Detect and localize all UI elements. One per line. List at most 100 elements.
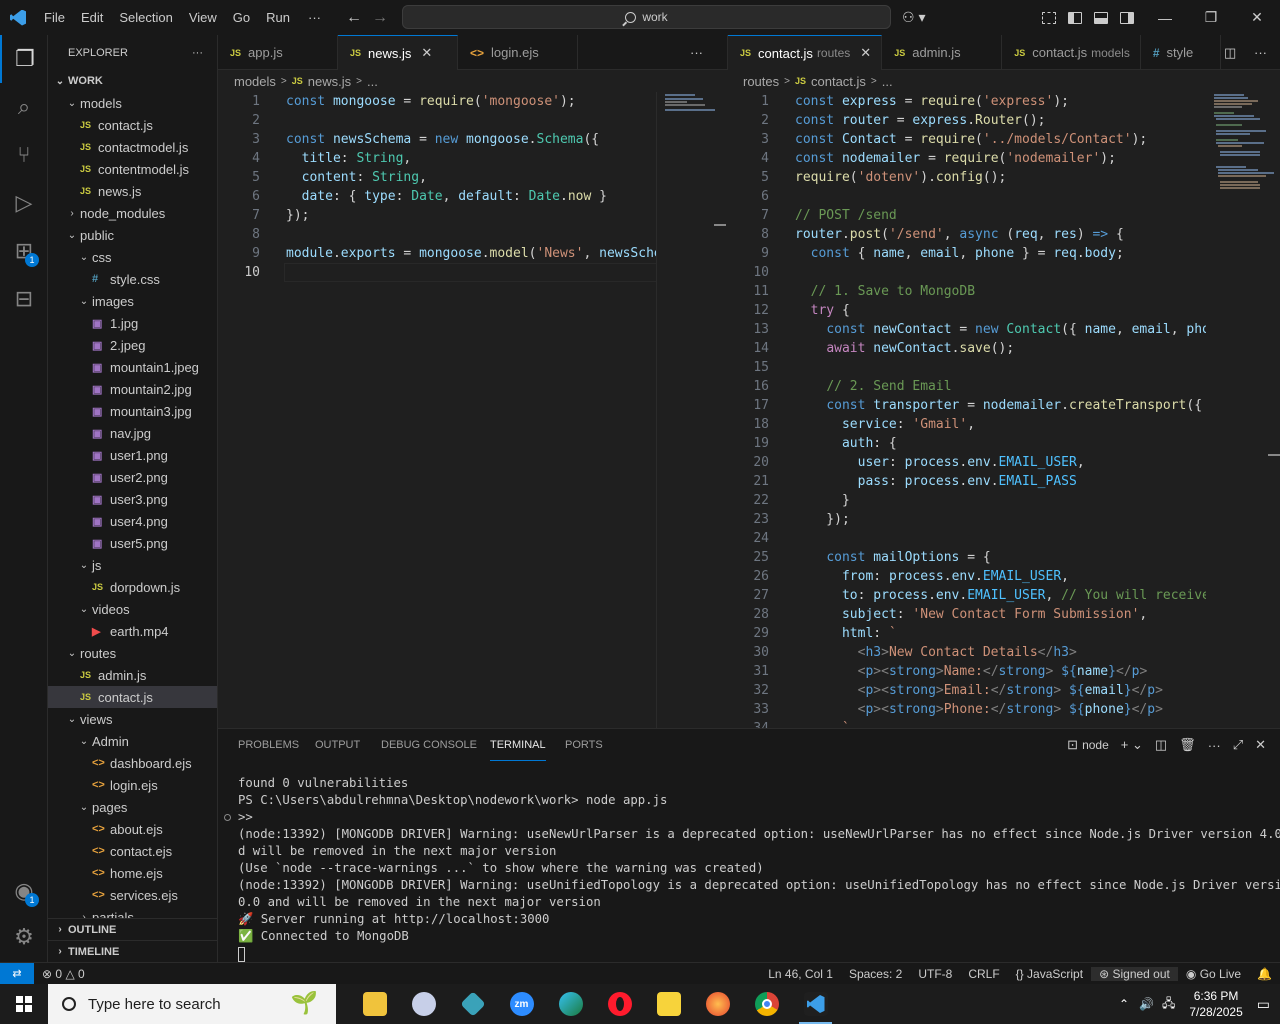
- extensions-icon[interactable]: ⊞ 1: [0, 227, 48, 275]
- file-item[interactable]: <> services.ejs: [48, 884, 217, 906]
- encoding[interactable]: UTF-8: [910, 967, 960, 981]
- edge-app[interactable]: [546, 984, 595, 1024]
- folder-item[interactable]: ⌄ models: [48, 92, 217, 114]
- timeline-section[interactable]: › TIMELINE: [48, 940, 217, 962]
- split-editor-icon[interactable]: ◫: [1224, 35, 1236, 70]
- panel-tab-output[interactable]: OUTPUT: [315, 739, 360, 761]
- opera-app[interactable]: [595, 984, 644, 1024]
- chrome-app[interactable]: [742, 984, 791, 1024]
- split-terminal-icon[interactable]: ◫: [1155, 737, 1167, 753]
- terminal-name[interactable]: node: [1082, 738, 1109, 752]
- vscode-app[interactable]: [791, 984, 840, 1024]
- line-endings[interactable]: CRLF: [960, 967, 1007, 981]
- toggle-primary-sidebar-icon[interactable]: [1068, 11, 1082, 24]
- copilot-icon[interactable]: ⚇ ▾: [902, 9, 925, 26]
- go-live-button[interactable]: ◉ Go Live: [1178, 967, 1249, 981]
- breadcrumb-item[interactable]: ...: [882, 74, 893, 89]
- folder-item[interactable]: ⌄ videos: [48, 598, 217, 620]
- file-item[interactable]: ▶ earth.mp4: [48, 620, 217, 642]
- breadcrumb-item[interactable]: models: [234, 74, 276, 89]
- paint-app[interactable]: [399, 984, 448, 1024]
- start-button[interactable]: [0, 984, 48, 1024]
- panel-tab-debug-console[interactable]: DEBUG CONSOLE: [381, 739, 477, 761]
- accounts-icon[interactable]: ◉ 1: [0, 867, 48, 915]
- tray-chevron-icon[interactable]: ⌃: [1119, 997, 1129, 1011]
- panel-tab-ports[interactable]: PORTS: [565, 739, 603, 761]
- notifications-bell-icon[interactable]: 🔔: [1249, 967, 1280, 981]
- folder-item[interactable]: ⌄ images: [48, 290, 217, 312]
- file-item[interactable]: ▣ user2.png: [48, 466, 217, 488]
- toggle-panel-icon[interactable]: [1094, 11, 1108, 24]
- left-minimap[interactable]: [656, 92, 727, 728]
- remote-indicator-icon[interactable]: ⇄: [0, 962, 34, 985]
- close-tab-icon[interactable]: ✕: [421, 45, 432, 61]
- editor-tab[interactable]: JS news.js ✕: [338, 35, 458, 70]
- close-tab-icon[interactable]: ✕: [860, 45, 871, 61]
- clock[interactable]: 6:36 PM 7/28/2025: [1179, 988, 1252, 1020]
- toggle-secondary-sidebar-icon[interactable]: [1120, 11, 1134, 24]
- network-icon[interactable]: 🖧: [1162, 994, 1175, 1015]
- menu-go[interactable]: Go: [225, 0, 258, 35]
- folder-item[interactable]: ⌄ public: [48, 224, 217, 246]
- zoom-app[interactable]: zm: [497, 984, 546, 1024]
- explorer-icon[interactable]: ❐: [0, 35, 48, 83]
- file-item[interactable]: JS contact.js: [48, 114, 217, 136]
- folder-item[interactable]: ⌄ routes: [48, 642, 217, 664]
- taskbar-search[interactable]: Type here to search 🌱: [48, 984, 336, 1024]
- right-code-editor[interactable]: 1 const express = require('express'); 2 con…: [728, 92, 1206, 728]
- menu-run[interactable]: Run: [258, 0, 298, 35]
- maximize-panel-icon[interactable]: ⤢: [1233, 737, 1243, 753]
- left-editor-more-icon[interactable]: ···: [690, 35, 703, 70]
- notifications-icon[interactable]: ▭: [1257, 996, 1270, 1013]
- command-center-search[interactable]: work: [402, 5, 891, 29]
- file-item[interactable]: ▣ mountain3.jpg: [48, 400, 217, 422]
- file-item[interactable]: JS contact.js: [48, 686, 217, 708]
- left-code-editor[interactable]: 1 const mongoose = require('mongoose'); 2 3…: [218, 92, 656, 728]
- outline-section[interactable]: › OUTLINE: [48, 918, 217, 940]
- breadcrumb-item[interactable]: ...: [367, 74, 378, 89]
- folder-item[interactable]: ⌄ js: [48, 554, 217, 576]
- panel-tab-problems[interactable]: PROBLEMS: [238, 739, 299, 761]
- minimize-button[interactable]: —: [1142, 0, 1188, 35]
- file-item[interactable]: ▣ user4.png: [48, 510, 217, 532]
- more-actions-icon[interactable]: ···: [192, 47, 203, 59]
- kill-terminal-icon[interactable]: 🗑: [1179, 737, 1196, 753]
- search-icon[interactable]: ⌕: [0, 83, 48, 131]
- file-item[interactable]: ▣ mountain1.jpeg: [48, 356, 217, 378]
- file-item[interactable]: ▣ user5.png: [48, 532, 217, 554]
- folder-item[interactable]: ⌄ css: [48, 246, 217, 268]
- right-minimap[interactable]: [1206, 92, 1280, 728]
- source-control-icon[interactable]: ⑂: [0, 131, 48, 179]
- file-item[interactable]: ▣ 2.jpeg: [48, 334, 217, 356]
- workspace-root[interactable]: ⌄ WORK: [48, 70, 217, 92]
- menu-more[interactable]: ···: [298, 0, 331, 35]
- menu-selection[interactable]: Selection: [111, 0, 180, 35]
- forward-arrow-icon[interactable]: →: [367, 9, 393, 27]
- account-status[interactable]: ⊛ Signed out: [1091, 966, 1178, 981]
- folder-item[interactable]: ⌄ Admin: [48, 730, 217, 752]
- run-debug-icon[interactable]: ▷: [0, 179, 48, 227]
- breadcrumb-item[interactable]: contact.js: [811, 74, 866, 89]
- more-actions-icon[interactable]: ···: [1208, 738, 1221, 753]
- breadcrumb-item[interactable]: news.js: [308, 74, 351, 89]
- editor-tab[interactable]: JS app.js: [218, 35, 338, 70]
- remote-explorer-icon[interactable]: ⊟: [0, 275, 48, 323]
- file-item[interactable]: <> dashboard.ejs: [48, 752, 217, 774]
- breadcrumb-item[interactable]: routes: [743, 74, 779, 89]
- cursor-position[interactable]: Ln 46, Col 1: [760, 967, 841, 981]
- folder-item[interactable]: › node_modules: [48, 202, 217, 224]
- file-item[interactable]: <> about.ejs: [48, 818, 217, 840]
- dev-app[interactable]: [448, 984, 497, 1024]
- file-item[interactable]: JS news.js: [48, 180, 217, 202]
- restore-button[interactable]: ❐: [1188, 0, 1234, 35]
- file-item[interactable]: <> login.ejs: [48, 774, 217, 796]
- settings-gear-icon[interactable]: ⚙: [0, 913, 48, 961]
- file-item[interactable]: <> home.ejs: [48, 862, 217, 884]
- volume-icon[interactable]: 🔊: [1139, 997, 1154, 1011]
- back-arrow-icon[interactable]: ←: [341, 9, 367, 27]
- file-item[interactable]: <> contact.ejs: [48, 840, 217, 862]
- menu-view[interactable]: View: [181, 0, 225, 35]
- file-item[interactable]: ▣ mountain2.jpg: [48, 378, 217, 400]
- file-item[interactable]: ▣ 1.jpg: [48, 312, 217, 334]
- indentation[interactable]: Spaces: 2: [841, 967, 910, 981]
